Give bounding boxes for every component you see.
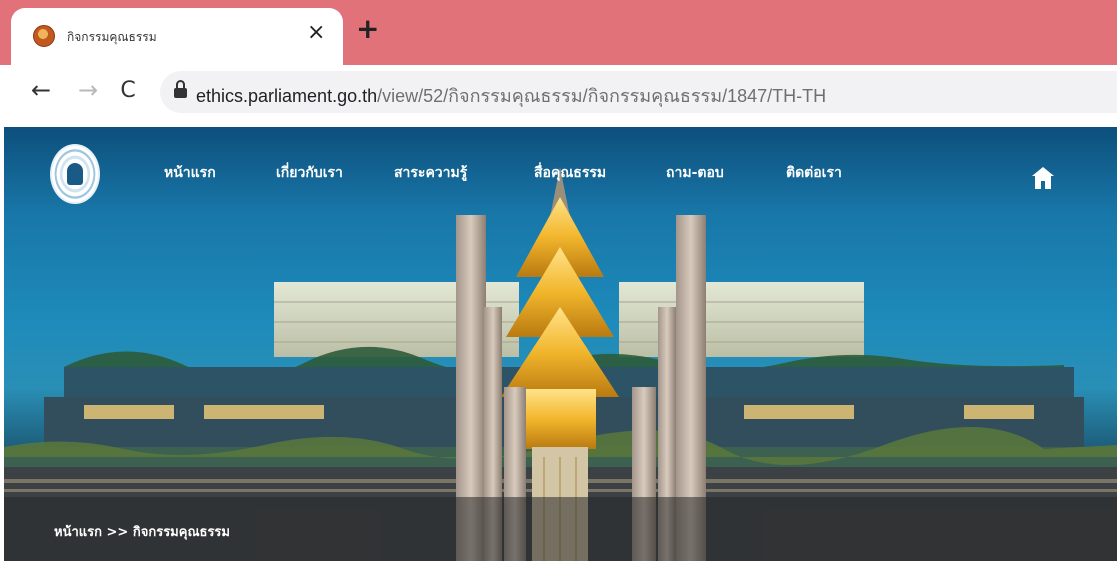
address-bar[interactable]: ethics.parliament.go.th/view/52/กิจกรรมค… (160, 71, 1117, 113)
tab-close-icon[interactable]: × (307, 22, 325, 44)
nav-item-about[interactable]: เกี่ยวกับเรา (276, 162, 343, 184)
browser-tab-active[interactable]: กิจกรรมคุณธรรม × (11, 8, 343, 65)
browser-toolbar: ← → C ethics.parliament.go.th/view/52/กิ… (0, 65, 1117, 125)
nav-item-home[interactable]: หน้าแรก (164, 162, 216, 184)
lock-icon[interactable] (174, 80, 187, 98)
nav-item-faq[interactable]: ถาม-ตอบ (666, 162, 724, 184)
url-text[interactable]: ethics.parliament.go.th/view/52/กิจกรรมค… (196, 81, 826, 110)
breadcrumb: หน้าแรก >> กิจกรรมคุณธรรม (54, 521, 230, 542)
breadcrumb-separator: >> (106, 525, 129, 540)
home-icon[interactable] (1030, 165, 1056, 191)
new-tab-button[interactable]: + (356, 15, 379, 43)
hero-banner: หน้าแรก เกี่ยวกับเรา สาระความรู้ สื่อคุณ… (4, 127, 1117, 561)
parliament-seal-icon[interactable] (50, 144, 100, 204)
reload-button[interactable]: C (113, 75, 143, 105)
nav-item-media[interactable]: สื่อคุณธรรม (534, 162, 606, 184)
url-path: /view/52/กิจกรรมคุณธรรม/กิจกรรมคุณธรรม/1… (377, 86, 827, 106)
url-host: ethics.parliament.go.th (196, 86, 378, 106)
nav-item-knowledge[interactable]: สาระความรู้ (394, 162, 467, 184)
parliament-favicon-icon (33, 25, 55, 47)
forward-button[interactable]: → (73, 75, 103, 105)
tab-title: กิจกรรมคุณธรรม (67, 30, 157, 44)
breadcrumb-current: กิจกรรมคุณธรรม (132, 525, 230, 540)
back-button[interactable]: ← (26, 75, 56, 105)
parliament-building-image (4, 167, 1117, 561)
breadcrumb-bar: หน้าแรก >> กิจกรรมคุณธรรม (4, 497, 1117, 561)
nav-item-contact[interactable]: ติดต่อเรา (786, 162, 842, 184)
breadcrumb-home-link[interactable]: หน้าแรก (54, 525, 102, 540)
browser-tab-strip: กิจกรรมคุณธรรม × + (0, 0, 1117, 65)
